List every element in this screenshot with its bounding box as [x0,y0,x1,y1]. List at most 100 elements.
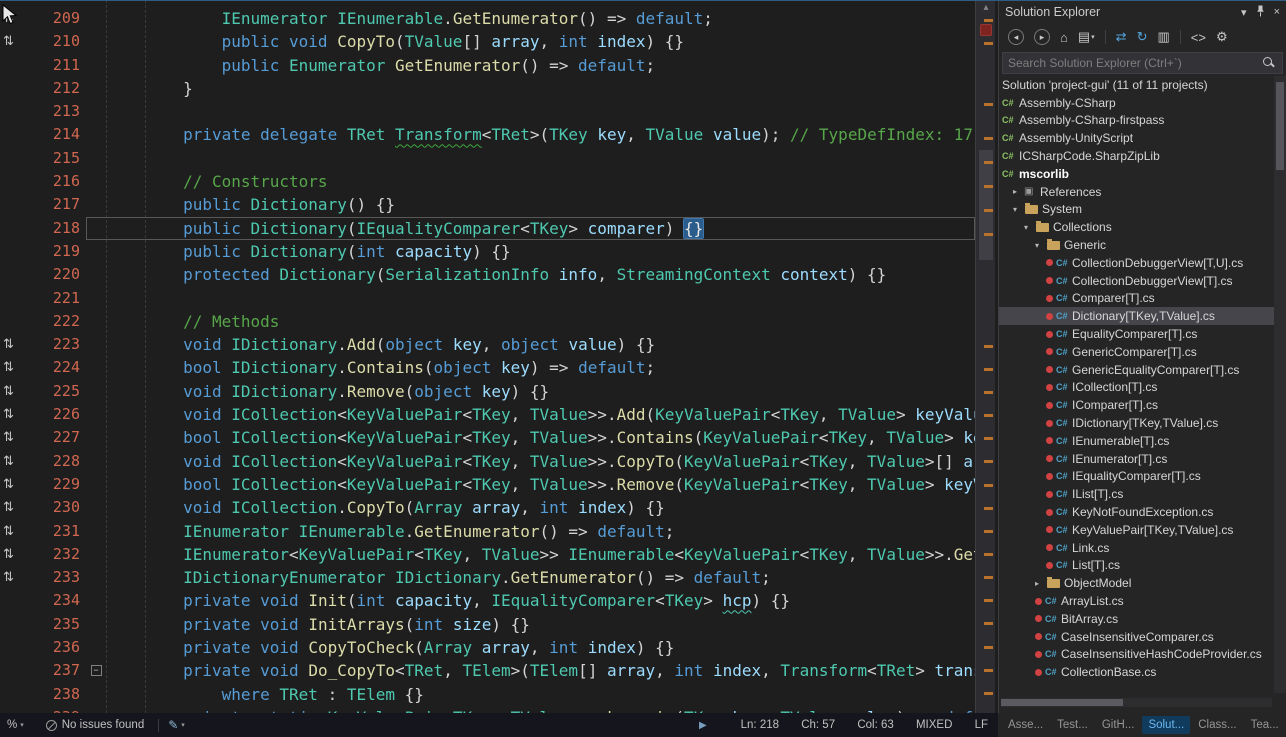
tree-item[interactable]: C#EqualityComparer[T].cs [999,325,1274,343]
tree-item[interactable]: C#ICSharpCode.SharpZipLib [999,147,1274,165]
collapse-box-icon[interactable]: − [91,665,102,676]
document-health-indicator[interactable] [980,24,992,36]
panel-tab-tea[interactable]: Tea... [1245,716,1285,734]
zoom-control[interactable]: % ▾ [7,719,24,731]
breakpoint-margin[interactable] [0,54,20,77]
tree-item[interactable]: C#IEnumerator[T].cs [999,450,1274,468]
tree-item[interactable]: C#Assembly-UnityScript [999,129,1274,147]
code-line[interactable]: 214 private delegate TRet Transform<TRet… [0,123,975,146]
reference-updown-icon[interactable]: ⇅ [0,403,20,426]
code-line[interactable]: 213 [0,100,975,123]
tree-item[interactable]: C#CollectionDebuggerView[T,U].cs [999,254,1274,272]
tree-item[interactable]: C#Comparer[T].cs [999,290,1274,308]
code-line[interactable]: 217 public Dictionary() {} [0,193,975,216]
tree-item[interactable]: C#KeyValuePair[TKey,TValue].cs [999,521,1274,539]
reference-updown-icon[interactable]: ⇅ [0,566,20,589]
code-line[interactable]: ⇅229 bool ICollection<KeyValuePair<TKey,… [0,473,975,496]
editor-vertical-scrollbar[interactable]: ▴ [975,0,995,713]
reference-updown-icon[interactable]: ⇅ [0,496,20,519]
panel-tab-asse[interactable]: Asse... [1002,716,1049,734]
code-line[interactable]: ⇅223 void IDictionary.Add(object key, ob… [0,333,975,356]
code-line[interactable]: ⇅232 IEnumerator<KeyValuePair<TKey, TVal… [0,543,975,566]
tree-item[interactable]: C#IEqualityComparer[T].cs [999,468,1274,486]
home-icon[interactable]: ⌂ [1060,30,1068,45]
code-line[interactable]: ⇅225 void IDictionary.Remove(object key)… [0,380,975,403]
code-line[interactable]: ⇅228 void ICollection<KeyValuePair<TKey,… [0,450,975,473]
tree-item[interactable]: C#CaseInsensitiveHashCodeProvider.cs [999,646,1274,664]
tree-item[interactable]: C#CollectionBase.cs [999,663,1274,681]
code-line[interactable]: ⇅230 void ICollection.CopyTo(Array array… [0,496,975,519]
code-line[interactable]: ⇅227 bool ICollection<KeyValuePair<TKey,… [0,426,975,449]
forward-icon[interactable]: ▸ [1034,29,1050,45]
back-icon[interactable]: ◂ [1008,29,1024,45]
breakpoint-margin[interactable] [0,706,20,713]
reference-updown-icon[interactable]: ⇅ [0,380,20,403]
breakpoint-margin[interactable] [0,659,20,682]
reference-updown-icon[interactable]: ⇅ [0,520,20,543]
reference-updown-icon[interactable]: ⇅ [0,30,20,53]
reference-updown-icon[interactable]: ⇅ [0,333,20,356]
tree-item[interactable]: C#IEnumerable[T].cs [999,432,1274,450]
code-line[interactable]: 236 private void CopyToCheck(Array array… [0,636,975,659]
tree-item[interactable]: C#CaseInsensitiveComparer.cs [999,628,1274,646]
panel-tab-test[interactable]: Test... [1051,716,1094,734]
scrollbar-thumb[interactable] [979,150,993,260]
code-line[interactable]: 239 private static KeyValuePair<TKey, TV… [0,706,975,713]
tree-item[interactable]: C#ICollection[T].cs [999,379,1274,397]
refresh-icon[interactable]: ↻ [1137,29,1148,45]
scrollbar-thumb[interactable] [1001,699,1123,706]
column-indicator[interactable]: Col: 63 [857,719,893,731]
tree-item[interactable]: ▾Collections [999,218,1274,236]
switch-views-icon[interactable]: ▤▾ [1078,29,1095,45]
tree-item[interactable]: C#CollectionDebuggerView[T].cs [999,272,1274,290]
code-line-current[interactable]: 218 public Dictionary(IEqualityComparer<… [0,217,975,240]
search-icon[interactable] [1262,56,1276,70]
panel-horizontal-scrollbar[interactable] [1001,698,1272,707]
search-input[interactable] [1003,56,1262,70]
code-line[interactable]: 222 // Methods [0,310,975,333]
code-line[interactable]: 237− private void Do_CopyTo<TRet, TElem>… [0,659,975,682]
panel-vertical-scrollbar[interactable] [1274,76,1286,693]
tree-item[interactable]: ▾System [999,201,1274,219]
tree-item[interactable]: C#GenericEqualityComparer[T].cs [999,361,1274,379]
reference-updown-icon[interactable]: ⇅ [0,426,20,449]
view-code-icon[interactable]: <> [1191,30,1206,45]
code-line[interactable]: 235 private void InitArrays(int size) {} [0,613,975,636]
tree-collapsed-arrow-icon[interactable]: ▸ [1035,579,1046,588]
breakpoint-margin[interactable] [0,193,20,216]
sync-with-active-document-icon[interactable]: ⇄ [1116,29,1127,45]
code-line[interactable]: 212 } [0,77,975,100]
tree-item[interactable]: C#Link.cs [999,539,1274,557]
character-indicator[interactable]: Ch: 57 [801,719,835,731]
tree-item[interactable]: C#BitArray.cs [999,610,1274,628]
breakpoint-margin[interactable] [0,77,20,100]
breakpoint-margin[interactable] [0,589,20,612]
tree-expanded-arrow-icon[interactable]: ▾ [1024,223,1035,232]
breakpoint-margin[interactable] [0,636,20,659]
code-line[interactable]: ⇅224 bool IDictionary.Contains(object ke… [0,356,975,379]
play-icon[interactable]: ▶ [699,720,707,731]
code-line[interactable]: 215 [0,147,975,170]
panel-tab-gith[interactable]: GitH... [1096,716,1141,734]
code-line[interactable]: 219 public Dictionary(int capacity) {} [0,240,975,263]
reference-updown-icon[interactable]: ⇅ [0,543,20,566]
breakpoint-margin[interactable] [0,170,20,193]
tree-expanded-arrow-icon[interactable]: ▾ [1013,205,1024,214]
scrollbar-thumb[interactable] [1276,82,1284,170]
code-line[interactable]: 234 private void Init(int capacity, IEqu… [0,589,975,612]
breakpoint-margin[interactable] [0,240,20,263]
tree-item[interactable]: C#Assembly-CSharp [999,94,1274,112]
tree-collapsed-arrow-icon[interactable]: ▸ [1013,187,1024,196]
reference-updown-icon[interactable]: ⇅ [0,356,20,379]
tree-item[interactable]: C#IComparer[T].cs [999,396,1274,414]
tree-item[interactable]: C#ArrayList.cs [999,592,1274,610]
tree-item[interactable]: C#IDictionary[TKey,TValue].cs [999,414,1274,432]
code-editor[interactable]: ⇅209 IEnumerator IEnumerable.GetEnumerat… [0,0,975,713]
breakpoint-margin[interactable] [0,287,20,310]
breakpoint-margin[interactable] [0,123,20,146]
breakpoint-margin[interactable] [0,683,20,706]
code-line[interactable]: ⇅210 public void CopyTo(TValue[] array, … [0,30,975,53]
issues-indicator[interactable]: No issues found [46,719,144,731]
code-line[interactable]: 216 // Constructors [0,170,975,193]
code-line[interactable]: 221 [0,287,975,310]
